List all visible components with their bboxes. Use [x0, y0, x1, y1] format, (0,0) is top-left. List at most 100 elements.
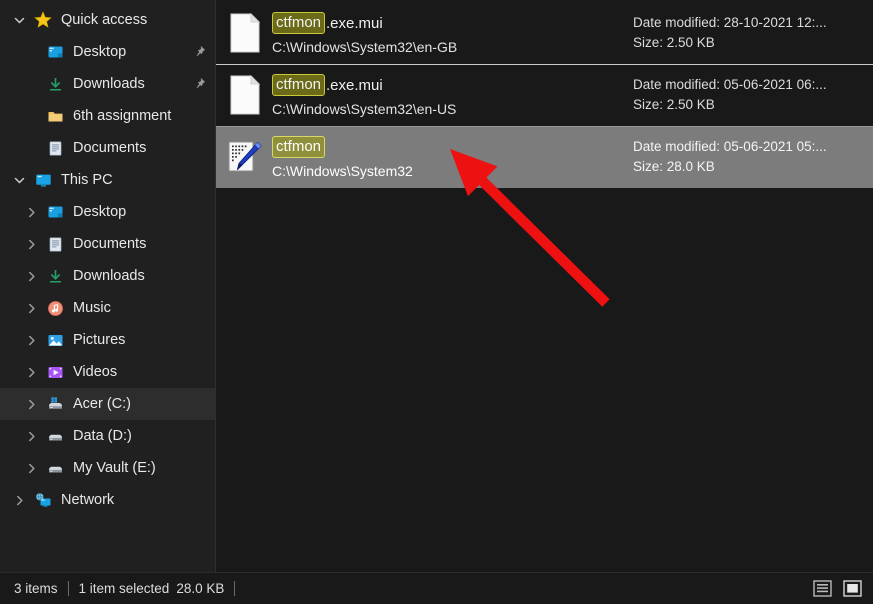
sidebar-item-label: Quick access	[61, 11, 148, 28]
pin-icon[interactable]	[193, 77, 207, 91]
chevron-right-icon	[28, 303, 35, 313]
music-icon	[44, 299, 66, 317]
chevron-right-icon[interactable]	[18, 207, 44, 218]
file-row[interactable]: ctfmon .exe.mui C:\Windows\System32\en-GB…	[216, 2, 873, 64]
file-rows-container[interactable]: ctfmon .exe.mui C:\Windows\System32\en-GB…	[216, 2, 873, 188]
pin-icon[interactable]	[193, 45, 207, 59]
chevron-down-icon[interactable]	[6, 15, 32, 26]
chevron-right-icon[interactable]	[18, 239, 44, 250]
sidebar-item-documents[interactable]: Documents	[0, 228, 215, 260]
ctfmon-pen-icon	[222, 133, 268, 181]
status-separator-1	[67, 581, 69, 596]
sidebar-item-downloads[interactable]: Downloads	[0, 68, 215, 100]
sidebar-item-desktop[interactable]: Desktop	[0, 36, 215, 68]
sidebar-item-label: Music	[73, 299, 111, 316]
sidebar-item-music[interactable]: Music	[0, 292, 215, 324]
window-body: Quick access Desktop Downloads 6th assig…	[0, 0, 873, 572]
drive-icon	[48, 434, 62, 440]
file-size: Size: 28.0 KB	[633, 159, 715, 174]
sidebar-item-label: Videos	[73, 363, 118, 380]
generic-file-icon	[222, 71, 268, 119]
pictures-icon	[48, 334, 62, 346]
navigation-sidebar[interactable]: Quick access Desktop Downloads 6th assig…	[0, 0, 216, 572]
drive-icon	[44, 459, 66, 477]
chevron-down-icon[interactable]	[6, 175, 32, 186]
desktop-icon	[44, 43, 66, 61]
chevron-right-icon[interactable]	[18, 399, 44, 410]
network-icon	[32, 491, 54, 509]
sidebar-item-label: 6th assignment	[73, 107, 172, 124]
file-name-block: ctfmon .exe.mui C:\Windows\System32\en-US	[272, 74, 629, 117]
sidebar-item-label: Downloads	[73, 75, 145, 92]
sidebar-item-6th-assignment[interactable]: 6th assignment	[0, 100, 215, 132]
downloads-icon	[44, 267, 66, 285]
sidebar-item-desktop[interactable]: Desktop	[0, 196, 215, 228]
chevron-down-icon	[14, 177, 24, 183]
sidebar-item-data-d[interactable]: Data (D:)	[0, 420, 215, 452]
drive-icon	[44, 427, 66, 445]
chevron-right-icon	[28, 463, 35, 473]
chevron-right-icon	[28, 399, 35, 409]
file-name-line: ctfmon .exe.mui	[272, 74, 629, 97]
chevron-right-icon[interactable]	[18, 271, 44, 282]
downloads-icon	[44, 75, 66, 93]
sidebar-item-label: Desktop	[73, 203, 127, 220]
generic-file-icon	[230, 75, 261, 115]
file-name-remainder: .exe.mui	[326, 76, 383, 94]
status-separator-2	[234, 581, 236, 596]
sidebar-item-pictures[interactable]: Pictures	[0, 324, 215, 356]
search-term-highlight: ctfmon	[272, 74, 326, 96]
sidebar-item-downloads[interactable]: Downloads	[0, 260, 215, 292]
navigation-tree[interactable]: Quick access Desktop Downloads 6th assig…	[0, 4, 215, 516]
sidebar-item-documents[interactable]: Documents	[0, 132, 215, 164]
details-view-button[interactable]	[811, 579, 833, 599]
folder-icon	[48, 111, 62, 121]
chevron-right-icon[interactable]	[18, 367, 44, 378]
file-name-block: ctfmon .exe.mui C:\Windows\System32\en-GB	[272, 12, 629, 55]
status-selection-info: 1 item selected	[78, 581, 170, 596]
chevron-right-icon	[28, 239, 35, 249]
videos-icon	[48, 366, 62, 378]
file-path: C:\Windows\System32\en-US	[272, 100, 457, 117]
chevron-right-icon[interactable]	[18, 431, 44, 442]
sidebar-item-label: Desktop	[73, 43, 127, 60]
file-metadata: Date modified: 05-06-2021 05:... Size: 2…	[629, 137, 861, 177]
desktop-icon	[48, 46, 62, 57]
file-date-modified: Date modified: 05-06-2021 05:...	[633, 139, 827, 154]
chevron-right-icon	[28, 431, 35, 441]
star-icon	[32, 11, 54, 29]
sidebar-item-quick-access[interactable]: Quick access	[0, 4, 215, 36]
chevron-right-icon	[28, 207, 35, 217]
sidebar-item-this-pc[interactable]: This PC	[0, 164, 215, 196]
file-row[interactable]: ctfmon .exe.mui C:\Windows\System32\en-US…	[216, 64, 873, 126]
large-icons-view-button[interactable]	[841, 579, 863, 599]
search-results-list[interactable]: ctfmon .exe.mui C:\Windows\System32\en-GB…	[216, 0, 873, 572]
file-metadata: Date modified: 28-10-2021 12:... Size: 2…	[629, 13, 861, 53]
file-date-modified: Date modified: 05-06-2021 06:...	[633, 77, 827, 92]
status-selection-size: 28.0 KB	[176, 581, 225, 596]
sidebar-item-network[interactable]: Network	[0, 484, 215, 516]
file-size: Size: 2.50 KB	[633, 35, 715, 50]
chevron-right-icon[interactable]	[18, 463, 44, 474]
this-pc-icon	[35, 174, 51, 187]
chevron-right-icon[interactable]	[18, 335, 44, 346]
documents-icon	[49, 140, 61, 156]
ctfmon-pen-icon	[228, 141, 262, 172]
sidebar-item-acer-c[interactable]: Acer (C:)	[0, 388, 215, 420]
status-item-count: 3 items	[14, 581, 58, 596]
sidebar-item-label: Acer (C:)	[73, 395, 131, 412]
file-row[interactable]: ctfmon C:\Windows\System32 Date modified…	[216, 126, 873, 188]
details-view-icon	[812, 580, 832, 597]
file-path: C:\Windows\System32	[272, 162, 413, 179]
file-name-block: ctfmon C:\Windows\System32	[272, 136, 629, 179]
view-mode-buttons[interactable]	[811, 579, 863, 599]
sidebar-item-label: Downloads	[73, 267, 145, 284]
sidebar-item-label: Data (D:)	[73, 427, 132, 444]
folder-icon	[44, 107, 66, 125]
chevron-down-icon	[14, 17, 24, 23]
chevron-right-icon[interactable]	[6, 495, 32, 506]
sidebar-item-videos[interactable]: Videos	[0, 356, 215, 388]
sidebar-item-my-vault-e[interactable]: My Vault (E:)	[0, 452, 215, 484]
desktop-icon	[44, 203, 66, 221]
chevron-right-icon[interactable]	[18, 303, 44, 314]
